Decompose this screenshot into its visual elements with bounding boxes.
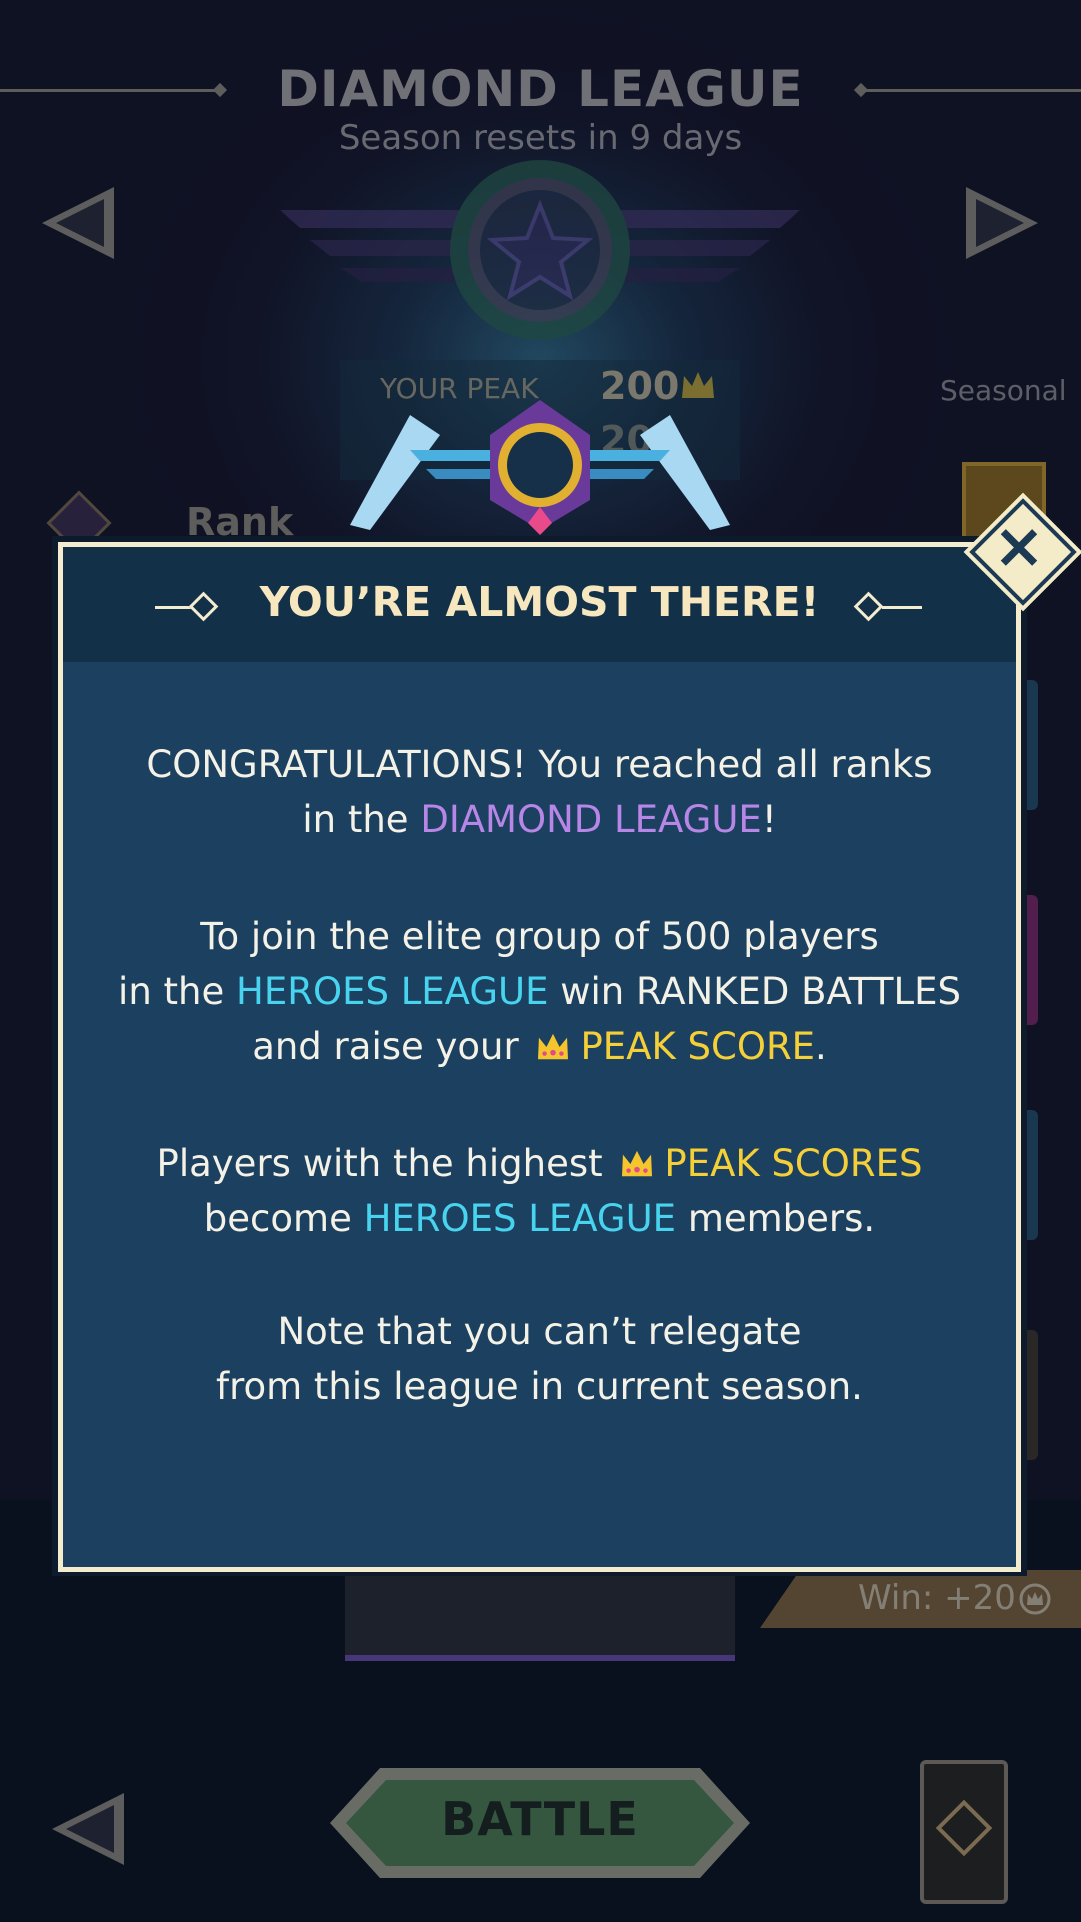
congrats-line-1: CONGRATULATIONS! You reached all ranks <box>146 743 933 786</box>
text-segment: become <box>203 1197 364 1240</box>
peak-line-2: become HEROES LEAGUE members. <box>63 1191 1016 1246</box>
text-segment: in the <box>118 970 237 1013</box>
text-segment: win RANKED BATTLES <box>548 970 961 1013</box>
modal-title: YOU’RE ALMOST THERE! <box>259 578 820 626</box>
close-icon[interactable]: × <box>968 511 1070 581</box>
join-line-2: in the HEROES LEAGUE win RANKED BATTLES <box>63 964 1016 1019</box>
crown-icon <box>538 1033 569 1060</box>
close-button[interactable]: × <box>968 497 1077 606</box>
note-line-2: from this league in current season. <box>216 1365 863 1408</box>
relegation-note: Note that you can’t relegate from this l… <box>63 1304 1016 1414</box>
heroes-league-highlight: HEROES LEAGUE <box>236 970 549 1013</box>
heroes-league-highlight: HEROES LEAGUE <box>363 1197 677 1240</box>
peak-line-1: Players with the highest PEAK SCORES <box>63 1136 1016 1191</box>
text-segment: in the <box>302 798 421 841</box>
join-line-3: and raise your PEAK SCORE. <box>63 1019 1016 1074</box>
text-segment: and raise your <box>252 1025 531 1068</box>
crown-icon <box>622 1150 653 1177</box>
peak-score-highlight: PEAK SCORE <box>580 1025 816 1068</box>
peak-scores-paragraph: Players with the highest PEAK SCORES bec… <box>63 1136 1016 1246</box>
congrats-line-2: in the DIAMOND LEAGUE! <box>63 792 1016 847</box>
rank-up-badge-icon <box>350 400 730 535</box>
join-heroes-paragraph: To join the elite group of 500 players i… <box>63 909 1016 1074</box>
note-line-1: Note that you can’t relegate <box>277 1310 802 1353</box>
text-segment: Players with the highest <box>156 1142 615 1185</box>
text-segment: ! <box>761 798 777 841</box>
text-segment: . <box>815 1025 827 1068</box>
congrats-paragraph: CONGRATULATIONS! You reached all ranks i… <box>63 737 1016 847</box>
join-line-1: To join the elite group of 500 players <box>200 915 879 958</box>
diamond-league-highlight: DIAMOND LEAGUE <box>420 798 762 841</box>
peak-scores-highlight: PEAK SCORES <box>664 1142 923 1185</box>
text-segment: members. <box>676 1197 876 1240</box>
